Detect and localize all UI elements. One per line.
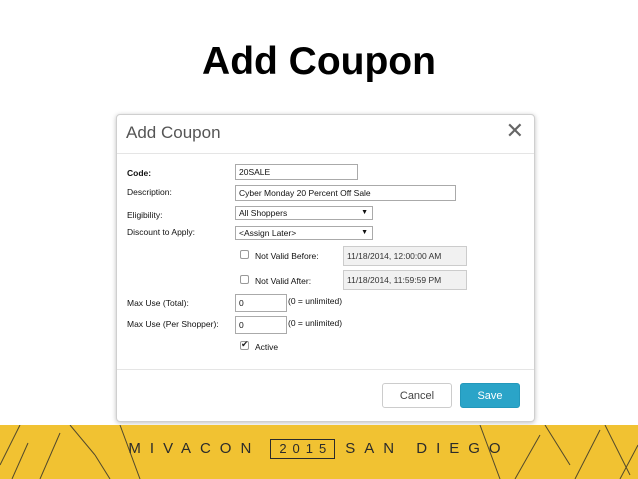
eligibility-label: Eligibility: (127, 210, 163, 220)
header-divider (117, 153, 534, 154)
max-use-total-hint: (0 = unlimited) (288, 296, 343, 306)
brand-location: SAN DIEGO (345, 440, 510, 457)
discount-value: <Assign Later> (239, 228, 297, 238)
discount-label: Discount to Apply: (127, 227, 196, 237)
active-checkbox[interactable]: ✔ (240, 339, 249, 350)
cancel-button[interactable]: Cancel (382, 383, 452, 408)
brand-year: 2015 (270, 439, 336, 459)
not-valid-before-checkbox[interactable] (240, 250, 249, 259)
add-coupon-dialog: Add Coupon ✕ Code: 20SALE Description: C… (116, 114, 535, 422)
discount-select[interactable]: <Assign Later> ▼ (235, 226, 373, 240)
not-valid-after-input[interactable]: 11/18/2014, 11:59:59 PM (343, 270, 467, 290)
max-use-shopper-label: Max Use (Per Shopper): (127, 319, 219, 329)
not-valid-after-checkbox[interactable] (240, 275, 249, 284)
dialog-title: Add Coupon (126, 123, 221, 142)
save-button[interactable]: Save (460, 383, 520, 408)
close-icon[interactable]: ✕ (506, 120, 524, 142)
not-valid-before-input[interactable]: 11/18/2014, 12:00:00 AM (343, 246, 467, 266)
max-use-shopper-hint: (0 = unlimited) (288, 318, 343, 328)
max-use-shopper-input[interactable]: 0 (235, 316, 287, 334)
code-label: Code: (127, 168, 152, 178)
slide-title: Add Coupon (202, 40, 436, 83)
footer-divider (117, 369, 534, 370)
description-input[interactable]: Cyber Monday 20 Percent Off Sale (235, 185, 456, 201)
footer-brand: MIVACON 2015 SAN DIEGO (0, 439, 638, 463)
max-use-total-input[interactable]: 0 (235, 294, 287, 312)
max-use-total-label: Max Use (Total): (127, 298, 189, 308)
not-valid-before-label: Not Valid Before: (255, 251, 319, 261)
dropdown-arrow-icon: ▼ (361, 209, 368, 216)
footer-banner: MIVACON 2015 SAN DIEGO (0, 425, 638, 479)
eligibility-select[interactable]: All Shoppers ▼ (235, 206, 373, 220)
eligibility-value: All Shoppers (239, 208, 288, 218)
code-input[interactable]: 20SALE (235, 164, 358, 180)
brand-name: MIVACON (128, 440, 261, 457)
not-valid-after-label: Not Valid After: (255, 276, 312, 286)
active-label: Active (255, 342, 279, 352)
dropdown-arrow-icon: ▼ (361, 229, 368, 236)
description-label: Description: (127, 187, 172, 197)
checkmark-icon: ✔ (241, 339, 249, 349)
